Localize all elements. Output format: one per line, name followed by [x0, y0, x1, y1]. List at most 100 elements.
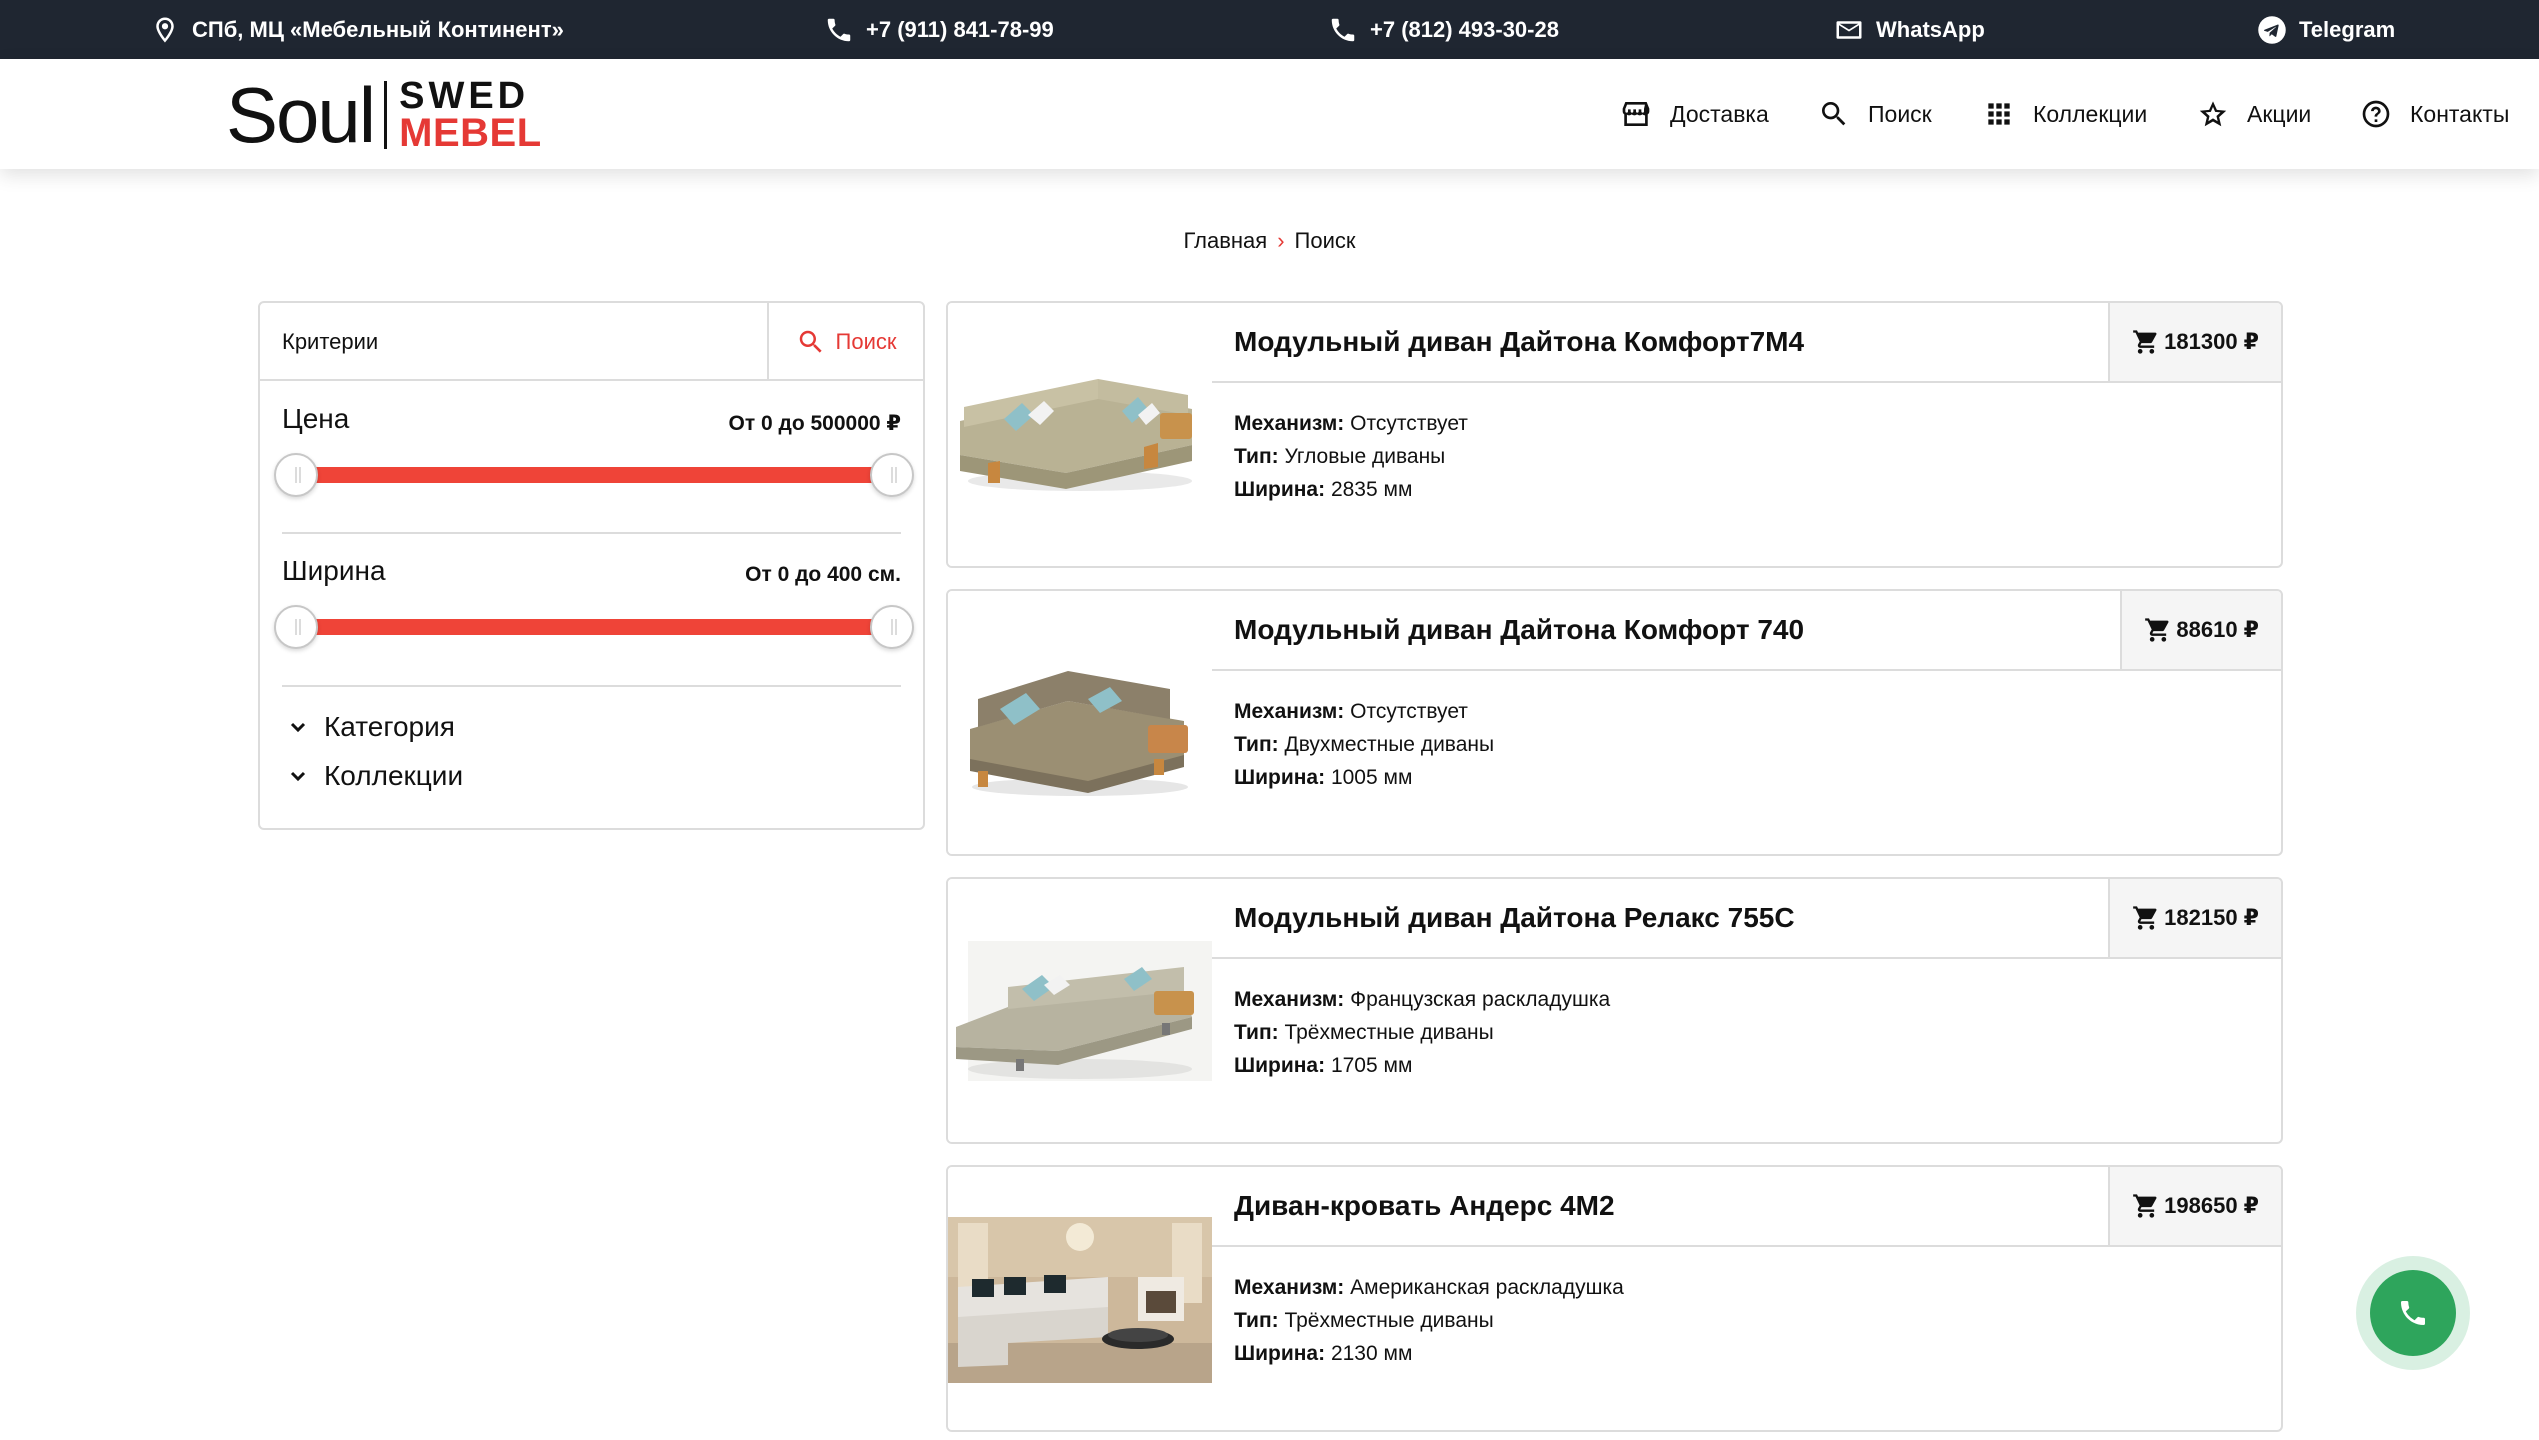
telegram-icon	[2258, 15, 2286, 44]
product-specs: Механизм: Отсутствует Тип: Угловые диван…	[1234, 407, 1468, 506]
product-image[interactable]	[948, 879, 1212, 1142]
spec-value: Французская раскладушка	[1350, 988, 1611, 1011]
price-slider-track[interactable]	[296, 467, 892, 483]
spec-label: Тип:	[1234, 1309, 1279, 1332]
width-slider-min-handle[interactable]	[274, 605, 318, 649]
spec-value: Отсутствует	[1350, 700, 1468, 723]
spec-type: Тип: Двухместные диваны	[1234, 728, 1494, 761]
product-specs: Механизм: Французская раскладушка Тип: Т…	[1234, 983, 1610, 1082]
width-slider-max-handle[interactable]	[870, 605, 914, 649]
spec-mechanism: Механизм: Отсутствует	[1234, 695, 1494, 728]
product-image[interactable]	[948, 303, 1212, 566]
price-range-text: От 0 до 500000 ₽	[728, 412, 901, 435]
search-icon	[1822, 102, 1846, 126]
corner-sofa-image	[948, 303, 1212, 566]
logo-soul: Soul	[226, 71, 376, 159]
logo[interactable]: Soul SWED MEBEL	[226, 71, 542, 159]
product-image[interactable]	[948, 1167, 1212, 1430]
nav-search[interactable]: Поиск	[1818, 59, 1932, 169]
phone-link-2[interactable]: +7 (812) 493-30-28	[1328, 0, 1559, 59]
spec-value: 1005 мм	[1330, 766, 1413, 789]
mail-icon	[1836, 20, 1862, 39]
breadcrumb-home[interactable]: Главная	[1183, 228, 1267, 254]
spec-value: Двухместные диваны	[1284, 733, 1495, 756]
whatsapp-text: WhatsApp	[1876, 16, 1985, 42]
callback-widget	[2356, 1256, 2470, 1370]
width-range-text: От 0 до 400 см.	[745, 563, 901, 586]
store-icon	[1622, 102, 1650, 126]
location-pin-icon	[156, 17, 174, 42]
price-slider-max-handle[interactable]	[870, 453, 914, 497]
product-title[interactable]: Модульный диван Дайтона Комфорт 740	[1234, 591, 1804, 669]
spec-label: Механизм:	[1234, 412, 1345, 435]
spec-value: 1705 мм	[1330, 1054, 1413, 1077]
phone-text-1: +7 (911) 841-78-99	[866, 16, 1054, 42]
category-accordion[interactable]: Категория	[286, 711, 455, 743]
cart-icon	[2133, 906, 2157, 930]
spec-width: Ширина: 1005 мм	[1234, 761, 1494, 794]
product-title[interactable]: Модульный диван Дайтона Комфорт7М4	[1234, 303, 1804, 381]
nav-collections-label: Коллекции	[2033, 100, 2148, 127]
spec-width: Ширина: 2130 мм	[1234, 1337, 1624, 1370]
product-image[interactable]	[948, 591, 1212, 854]
product-card[interactable]: Модульный диван Дайтона Комфорт7М4 18130…	[946, 301, 2283, 568]
collections-accordion[interactable]: Коллекции	[286, 760, 463, 792]
spec-type: Тип: Трёхместные диваны	[1234, 1304, 1624, 1337]
telegram-text: Telegram	[2299, 16, 2396, 42]
whatsapp-link[interactable]: WhatsApp	[1834, 0, 1985, 59]
nav-search-label: Поиск	[1868, 100, 1932, 127]
filter-search-label: Поиск	[835, 329, 897, 354]
product-specs: Механизм: Отсутствует Тип: Двухместные д…	[1234, 695, 1494, 794]
add-to-cart-button[interactable]: 181300 ₽	[2108, 303, 2281, 383]
spec-mechanism: Механизм: Американская раскладушка	[1234, 1271, 1624, 1304]
nav-delivery[interactable]: Доставка	[1620, 59, 1769, 169]
telegram-link[interactable]: Telegram	[2257, 0, 2395, 59]
grid-icon	[1988, 103, 2010, 125]
logo-swed: SWED	[399, 75, 530, 117]
call-button[interactable]	[2370, 1270, 2456, 1356]
add-to-cart-button[interactable]: 182150 ₽	[2108, 879, 2281, 959]
filter-divider	[282, 532, 901, 534]
product-title[interactable]: Модульный диван Дайтона Релакс 755С	[1234, 879, 1795, 957]
cart-icon	[2133, 1194, 2157, 1218]
address[interactable]: СПб, МЦ «Мебельный Континент»	[150, 0, 564, 59]
product-price: 181300 ₽	[2164, 329, 2259, 354]
nav-contacts-label: Контакты	[2410, 100, 2510, 127]
filter-search-button[interactable]: Поиск	[767, 303, 923, 381]
width-slider-track[interactable]	[296, 619, 892, 635]
filter-header: Критерии Поиск	[260, 303, 923, 381]
product-card[interactable]: Модульный диван Дайтона Релакс 755С 1821…	[946, 877, 2283, 1144]
nav-delivery-label: Доставка	[1670, 100, 1769, 127]
product-price: 198650 ₽	[2164, 1193, 2259, 1218]
product-title[interactable]: Диван-кровать Андерс 4М2	[1234, 1167, 1615, 1245]
add-to-cart-button[interactable]: 88610 ₽	[2120, 591, 2281, 671]
width-title: Ширина	[282, 555, 386, 586]
search-icon	[799, 330, 822, 353]
add-to-cart-button[interactable]: 198650 ₽	[2108, 1167, 2281, 1247]
top-bar: СПб, МЦ «Мебельный Континент» +7 (911) 8…	[0, 0, 2539, 59]
phone-link-1[interactable]: +7 (911) 841-78-99	[824, 0, 1054, 59]
product-card[interactable]: Диван-кровать Андерс 4М2 198650 ₽ Механи…	[946, 1165, 2283, 1432]
spec-label: Ширина:	[1234, 1054, 1326, 1077]
cart-icon	[2145, 618, 2169, 642]
price-title: Цена	[282, 403, 350, 434]
spec-label: Механизм:	[1234, 700, 1345, 723]
spec-label: Тип:	[1234, 445, 1279, 468]
nav-promo[interactable]: Акции	[2197, 59, 2311, 169]
logo-wordmark: SWED MEBEL	[399, 77, 542, 153]
nav-collections[interactable]: Коллекции	[1983, 59, 2147, 169]
spec-mechanism: Механизм: Отсутствует	[1234, 407, 1468, 440]
nav-promo-label: Акции	[2247, 100, 2312, 127]
filter-divider	[282, 685, 901, 687]
chevron-right-icon: ›	[1277, 228, 1285, 253]
spec-value: Трёхместные диваны	[1284, 1021, 1494, 1044]
category-label: Категория	[324, 711, 455, 742]
spec-value: Трёхместные диваны	[1284, 1309, 1494, 1332]
price-slider-min-handle[interactable]	[274, 453, 318, 497]
address-text: СПб, МЦ «Мебельный Континент»	[192, 16, 564, 42]
nav-contacts[interactable]: Контакты	[2360, 59, 2509, 169]
living-room-sofa-image	[948, 1167, 1212, 1430]
spec-type: Тип: Угловые диваны	[1234, 440, 1468, 473]
product-card[interactable]: Модульный диван Дайтона Комфорт 740 8861…	[946, 589, 2283, 856]
collections-label: Коллекции	[324, 760, 464, 791]
